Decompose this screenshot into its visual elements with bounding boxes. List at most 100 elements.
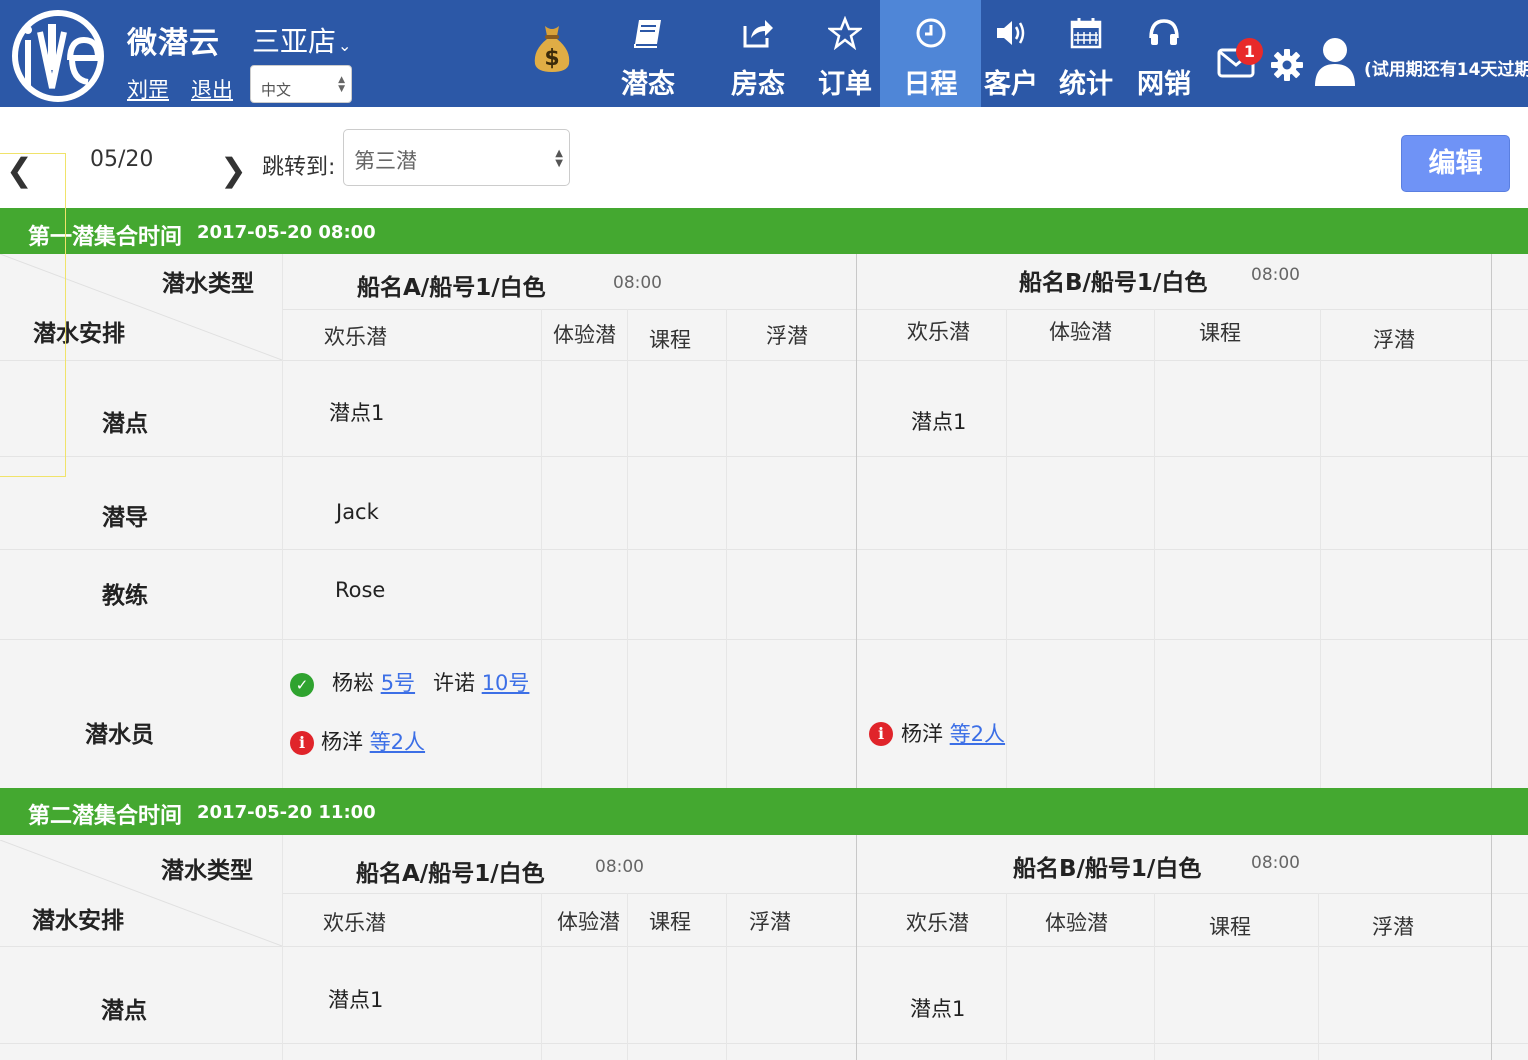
column-type: 课程 xyxy=(1199,321,1241,345)
boat-time: 08:00 xyxy=(1251,853,1300,873)
book-icon xyxy=(634,20,661,48)
boat-name: 船名B/船号1/白色 xyxy=(1019,270,1208,296)
previous-day-icon[interactable]: ❮ xyxy=(6,151,33,189)
group-header: 第一潜集合时间 2017-05-20 08:00 xyxy=(0,208,1528,254)
grid-line xyxy=(0,639,1528,640)
group-time: 2017-05-20 11:00 xyxy=(197,802,376,823)
grid-line xyxy=(1006,893,1007,1060)
column-type: 欢乐潜 xyxy=(907,320,970,344)
diver-name: 杨洋 xyxy=(901,722,943,746)
nav-statistics[interactable]: 统计 xyxy=(1050,0,1122,107)
language-select[interactable]: 中文 ▲ ▼ xyxy=(250,65,352,103)
headset-icon xyxy=(1149,19,1179,45)
jump-to-select[interactable]: 第三潜 ▲ ▼ xyxy=(343,129,570,186)
nav-label: 统计 xyxy=(1059,69,1113,100)
unread-badge: 1 xyxy=(1236,38,1263,65)
calendar-icon xyxy=(1070,18,1102,49)
boat-name: 船名B/船号1/白色 xyxy=(1013,856,1202,882)
select-arrows-icon: ▲ ▼ xyxy=(555,148,563,169)
diver-name: 杨崧 xyxy=(332,671,374,695)
grid-line xyxy=(726,309,727,788)
grid-line xyxy=(282,893,1528,894)
diver-number-link[interactable]: 10号 xyxy=(482,671,530,695)
jump-label: 跳转到: xyxy=(262,155,336,180)
row-label-dive-type: 潜水类型 xyxy=(162,271,254,297)
nav-schedule[interactable]: 日程 xyxy=(880,0,981,107)
next-day-icon[interactable]: ❯ xyxy=(220,151,247,189)
diver-entry: 许诺 10号 xyxy=(433,667,529,697)
grid-line xyxy=(726,893,727,1060)
grid-line xyxy=(1154,893,1155,1060)
dive-guide[interactable]: Jack xyxy=(336,500,379,524)
diver-number-link[interactable]: 5号 xyxy=(381,671,415,695)
nav-room-status[interactable]: 房态 xyxy=(718,0,798,107)
diver-entry: 杨崧 5号 xyxy=(332,667,415,697)
current-date[interactable]: 05/20 xyxy=(90,147,153,172)
boat-name: 船名A/船号1/白色 xyxy=(356,861,545,887)
nav-online-sales[interactable]: 网销 xyxy=(1128,0,1200,107)
top-navbar: 微潜云 三亚店 ⌄ 刘罡 退出 中文 ▲ ▼ $ 潜态 房态 订单 日程 客户 统计… xyxy=(0,0,1528,107)
edit-button[interactable]: 编辑 xyxy=(1401,135,1510,192)
nav-label: 订单 xyxy=(818,69,872,100)
grid-line xyxy=(627,309,628,788)
column-type: 课程 xyxy=(649,328,691,352)
column-type: 欢乐潜 xyxy=(906,911,969,935)
gear-icon[interactable] xyxy=(1270,48,1304,82)
grid-line xyxy=(282,309,1528,310)
diver-name: 杨洋 xyxy=(321,730,363,754)
dive-site[interactable]: 潜点1 xyxy=(329,397,384,427)
group-time: 2017-05-20 08:00 xyxy=(197,222,376,243)
column-type: 体验潜 xyxy=(553,323,616,347)
column-type: 体验潜 xyxy=(557,910,620,934)
grid-line xyxy=(0,549,1528,550)
grid-line xyxy=(0,456,1528,457)
nav-dive-status[interactable]: 潜态 xyxy=(608,0,688,107)
pending-divers: 杨洋 等2人 xyxy=(901,718,1005,748)
info-circle-icon: i xyxy=(869,722,893,746)
store-selector[interactable]: 三亚店 ⌄ xyxy=(252,20,351,60)
dive-site[interactable]: 潜点1 xyxy=(911,406,966,436)
grid-line xyxy=(1491,835,1492,1060)
money-bag-icon[interactable]: $ xyxy=(531,22,573,74)
row-label-arrangement: 潜水安排 xyxy=(32,908,124,934)
user-name-link[interactable]: 刘罡 xyxy=(127,74,169,104)
grid-line xyxy=(282,835,283,1060)
grid-line xyxy=(1318,893,1319,1060)
row-label-divers: 潜水员 xyxy=(85,722,154,748)
share-icon xyxy=(743,20,773,48)
nav-label: 客户 xyxy=(984,69,1038,100)
grid-line xyxy=(627,893,628,1060)
dive-logo-icon xyxy=(12,10,104,102)
nav-customers[interactable]: 客户 xyxy=(981,0,1041,107)
pending-divers: 杨洋 等2人 xyxy=(321,726,425,756)
column-type: 体验潜 xyxy=(1049,320,1112,344)
date-toolbar: ❮ 05/20 ❯ 跳转到: 第三潜 ▲ ▼ 编辑 xyxy=(0,107,1528,208)
dive-site[interactable]: 潜点1 xyxy=(910,993,965,1023)
speaker-icon xyxy=(997,21,1025,45)
nav-orders[interactable]: 订单 xyxy=(808,0,882,107)
grid-line xyxy=(856,254,857,788)
grid-line xyxy=(541,309,542,788)
more-divers-link[interactable]: 等2人 xyxy=(950,722,1005,746)
boat-time: 08:00 xyxy=(1251,265,1300,285)
column-type: 体验潜 xyxy=(1045,911,1108,935)
user-avatar-icon[interactable] xyxy=(1313,36,1357,88)
grid-line xyxy=(1320,309,1321,788)
select-arrows-icon: ▲ ▼ xyxy=(338,75,345,94)
row-label-site: 潜点 xyxy=(101,998,147,1024)
dive-coach[interactable]: Rose xyxy=(335,578,385,602)
store-name: 三亚店 xyxy=(252,25,337,58)
group-title: 第一潜集合时间 xyxy=(28,225,183,250)
jump-value: 第三潜 xyxy=(354,149,417,173)
nav-label: 日程 xyxy=(903,69,958,100)
logout-link[interactable]: 退出 xyxy=(191,74,233,104)
row-label-dive-type: 潜水类型 xyxy=(161,858,253,884)
more-divers-link[interactable]: 等2人 xyxy=(370,730,425,754)
info-circle-icon: i xyxy=(290,731,314,755)
column-type: 浮潜 xyxy=(1372,915,1414,939)
nav-label: 网销 xyxy=(1137,69,1191,100)
boat-time: 08:00 xyxy=(613,273,662,293)
dive-site[interactable]: 潜点1 xyxy=(328,984,383,1014)
grid-line xyxy=(1154,309,1155,788)
group-title: 第二潜集合时间 xyxy=(28,804,183,829)
